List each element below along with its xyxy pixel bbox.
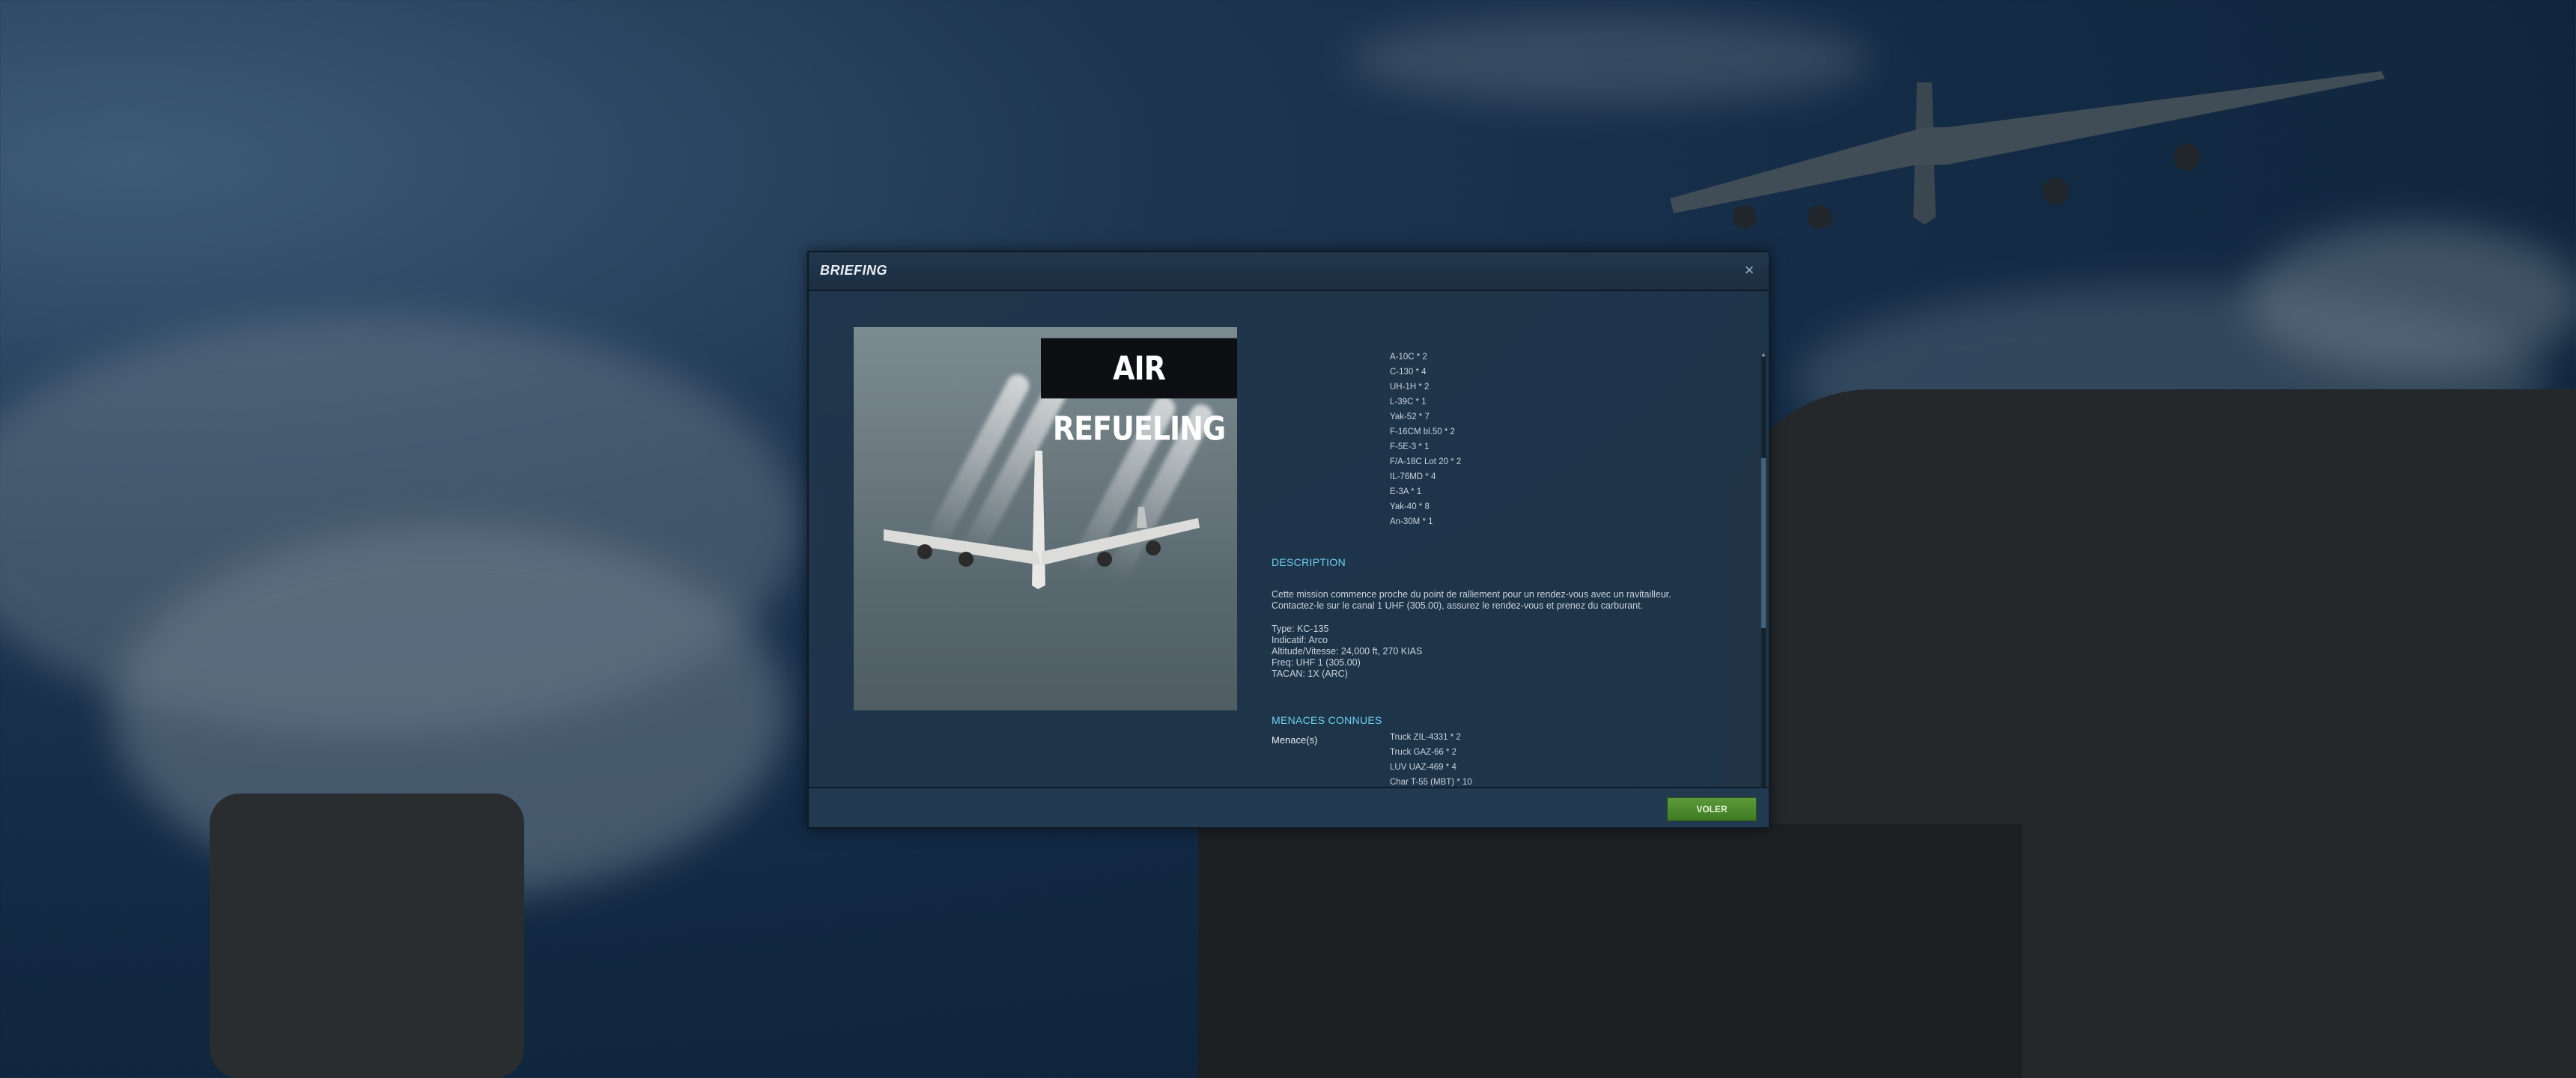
detail-line: Altitude/Vitesse: 24,000 ft, 270 KIAS: [1272, 646, 1423, 657]
threats-heading: MENACES CONNUES: [1272, 714, 1382, 726]
threat-item: Truck ZIL-4331 * 2: [1390, 733, 1461, 742]
briefing-content[interactable]: AIR REFUELING A-10C * 2 C-130 * 4 UH-1H …: [809, 291, 1769, 787]
dialog-titlebar: BRIEFING ×: [809, 252, 1769, 291]
detail-line: Indicatif: Arco: [1272, 635, 1328, 645]
threats-label: Menace(s): [1272, 734, 1318, 746]
threat-item: LUV UAZ-469 * 4: [1390, 763, 1456, 772]
detail-line: Type: KC-135: [1272, 624, 1329, 634]
dialog-footer: VOLER: [809, 787, 1769, 827]
unit-item: Yak-52 * 7: [1390, 412, 1430, 421]
detail-line: TACAN: 1X (ARC): [1272, 669, 1348, 679]
description-line: Cette mission commence proche du point d…: [1272, 589, 1671, 600]
unit-item: F-16CM bl.50 * 2: [1390, 427, 1455, 436]
unit-item: F-5E-3 * 1: [1390, 442, 1430, 451]
unit-item: An-30M * 1: [1390, 517, 1433, 526]
unit-list: A-10C * 2 C-130 * 4 UH-1H * 2 L-39C * 1 …: [1390, 350, 1461, 529]
mission-image: AIR REFUELING: [854, 327, 1237, 710]
unit-item: Yak-40 * 8: [1390, 502, 1430, 511]
threat-list: Truck ZIL-4331 * 2 Truck GAZ-66 * 2 LUV …: [1390, 730, 1472, 787]
unit-item: L-39C * 1: [1390, 398, 1427, 406]
unit-item: F/A-18C Lot 20 * 2: [1390, 457, 1462, 466]
unit-item: UH-1H * 2: [1390, 383, 1430, 392]
description-heading: DESCRIPTION: [1272, 556, 1346, 568]
unit-item: E-3A * 1: [1390, 487, 1422, 496]
description-line: Contactez-le sur le canal 1 UHF (305.00)…: [1272, 600, 1644, 611]
dialog-title: BRIEFING: [820, 263, 888, 278]
scrollbar-thumb[interactable]: [1761, 458, 1766, 628]
threat-item: Truck GAZ-66 * 2: [1390, 748, 1457, 757]
unit-item: IL-76MD * 4: [1390, 472, 1436, 481]
vertical-scrollbar[interactable]: [1761, 357, 1766, 787]
briefing-dialog: BRIEFING × AIR REFUELING A-10C * 2 C-130: [807, 251, 1770, 829]
unit-item: A-10C * 2: [1390, 353, 1427, 362]
tanker-details: Type: KC-135 Indicatif: Arco Altitude/Vi…: [1272, 624, 1422, 680]
threat-item: Char T-55 (MBT) * 10: [1390, 778, 1472, 787]
close-icon[interactable]: ×: [1739, 260, 1760, 281]
description-paragraph: Cette mission commence proche du point d…: [1272, 589, 1671, 612]
detail-line: Freq: UHF 1 (305.00): [1272, 657, 1361, 668]
unit-item: C-130 * 4: [1390, 368, 1427, 377]
fly-button[interactable]: VOLER: [1667, 797, 1757, 821]
mission-banner: AIR REFUELING: [1041, 338, 1237, 448]
